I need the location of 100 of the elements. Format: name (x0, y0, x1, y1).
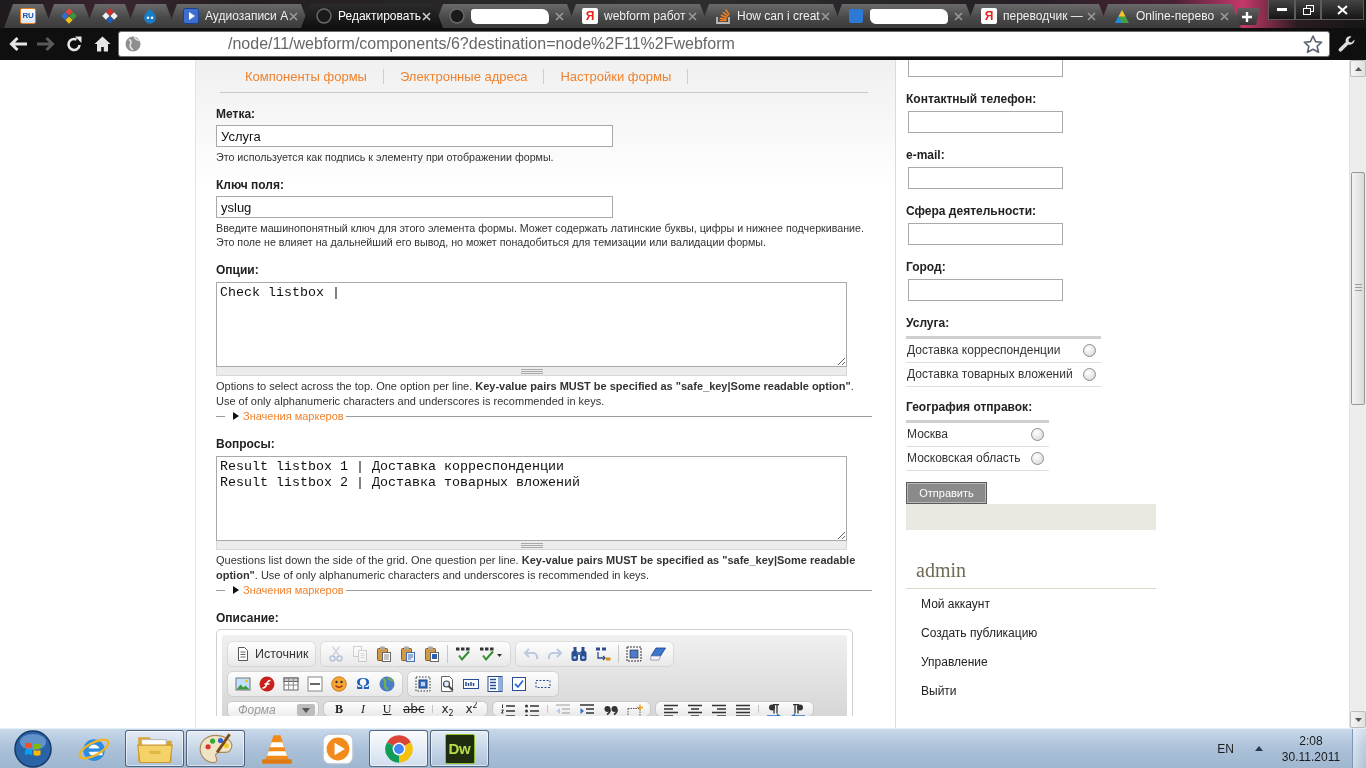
clipboard-document-icon (424, 646, 441, 662)
spellcheck-menu-icon (479, 646, 504, 662)
triangle-down-icon (1354, 717, 1362, 722)
smiley-icon (331, 676, 347, 692)
ring-icon (449, 8, 465, 24)
scrollbar-thumb[interactable] (1351, 172, 1365, 405)
strikethrough-button[interactable]: abc (399, 702, 429, 716)
menu-link[interactable]: Управление (921, 655, 988, 670)
eraser-icon (650, 646, 667, 662)
star-icon[interactable] (1303, 34, 1323, 54)
form-icon (415, 676, 431, 692)
bulleted-list-icon (523, 704, 540, 716)
text-field-icon (463, 676, 479, 692)
radio-button[interactable] (1082, 344, 1096, 357)
field-description: Questions list down the side of the grid. One question per line. Key-value pairs MUST be specified as "safe_key|Some readable option". Use of only alphanumeric characters and underscores is recommended in keys. (216, 553, 857, 583)
stack-icon (715, 8, 731, 24)
checkbox-icon (511, 676, 527, 692)
menu-link[interactable]: Создать публикацию (921, 626, 1038, 641)
menu-link[interactable]: Мой аккаунт (921, 597, 990, 612)
square-icon (848, 8, 864, 24)
site-logo: Я (981, 8, 997, 24)
field-label: Вопросы: (216, 437, 275, 452)
indent-icon (578, 704, 595, 716)
diamond-icon (61, 8, 77, 24)
text-input[interactable] (908, 167, 1063, 189)
taskbar-app-button[interactable] (186, 730, 245, 767)
browser-tab[interactable]: Редактировать (301, 4, 443, 28)
taskbar-app-button[interactable]: Dw (430, 730, 489, 767)
outdent-icon (554, 704, 571, 716)
div-container-icon (626, 704, 643, 716)
restore-button[interactable] (1295, 0, 1321, 20)
superscript-button[interactable]: x$^{2}$ (459, 702, 484, 716)
menu-link[interactable]: Выйти (921, 684, 957, 699)
special-character-button[interactable]: Ω (351, 672, 375, 696)
align-right-icon (710, 704, 727, 716)
minimize-icon (1276, 8, 1287, 11)
diamond-icon (102, 8, 118, 24)
app-logo: Dw (444, 733, 475, 764)
quote-icon (602, 704, 619, 716)
taskbar-app-button[interactable] (125, 730, 184, 767)
play-icon (183, 8, 199, 24)
globe-icon (379, 676, 395, 692)
spellcheck-icon (455, 646, 472, 662)
circle-logo-icon (382, 732, 415, 765)
clipboard-icon (376, 646, 393, 662)
resize-handle[interactable] (216, 541, 847, 550)
globe-icon (125, 36, 141, 52)
radio-label: Доставка товарных вложений (907, 367, 1073, 382)
water-drop-icon (143, 8, 157, 24)
site-logo: RU (20, 8, 36, 24)
language-indicator[interactable]: EN (1209, 740, 1242, 757)
text-input[interactable] (908, 279, 1063, 301)
binoculars-icon (571, 646, 588, 662)
textarea-field[interactable]: Result listbox 1 | Доставка корреспонденции Result listbox 2 | Доставка товарных вложений (216, 456, 847, 541)
clipboard-text-icon (400, 646, 417, 662)
radio-button[interactable] (1030, 452, 1044, 465)
italic-button[interactable]: I (351, 702, 375, 716)
triangle-right-icon[interactable] (233, 586, 239, 594)
text-input[interactable] (908, 60, 1063, 77)
scissors-icon (328, 646, 345, 662)
field-label: География отправок: (906, 400, 1033, 415)
text-input[interactable] (908, 111, 1063, 133)
close-button[interactable] (1321, 0, 1364, 20)
text-input[interactable]: Услуга (216, 125, 613, 147)
minimize-button[interactable] (1268, 0, 1295, 20)
radio-button[interactable] (1030, 428, 1044, 441)
folder-icon (136, 734, 173, 763)
textarea-field[interactable]: Check listbox | (216, 282, 847, 367)
copy-icon (352, 646, 369, 662)
redo-icon (547, 646, 564, 662)
taskbar-app-button[interactable] (369, 730, 428, 767)
document-icon (235, 646, 251, 662)
field-label: Услуга: (906, 316, 950, 331)
scroll-up-button[interactable] (1350, 60, 1366, 77)
close-icon[interactable] (422, 11, 431, 21)
table-icon (283, 676, 299, 692)
clock[interactable]: 2:08 30.11.2011 (1276, 732, 1346, 765)
subscript-button[interactable]: x$_{2}$ (435, 702, 460, 716)
plus-icon (1242, 11, 1252, 22)
address-bar[interactable]: /node/11/webform/components/6?destination=node%2F11%2Fwebform (118, 31, 1330, 57)
scroll-down-button[interactable] (1350, 711, 1366, 728)
field-label: Контактный телефон: (906, 92, 1037, 107)
close-icon (1337, 4, 1348, 15)
triangle-right-icon[interactable] (233, 412, 239, 420)
align-left-icon (662, 704, 679, 716)
field-description: Это используется как подпись к элементу при отображении формы. (216, 150, 554, 164)
underline-button[interactable]: U (375, 702, 399, 716)
resize-handle[interactable] (216, 367, 847, 376)
field-label: Сфера деятельности: (906, 204, 1037, 219)
home-icon (93, 36, 111, 52)
text-input[interactable]: yslug (216, 196, 613, 218)
triangle-up-icon (1354, 66, 1362, 71)
paragraph-left-icon (789, 704, 806, 716)
bold-button[interactable]: B (327, 702, 351, 716)
text-input[interactable] (908, 223, 1063, 245)
caret-down-icon (297, 704, 315, 716)
radio-button[interactable] (1082, 368, 1096, 381)
restore-icon (1302, 4, 1314, 15)
radio-label: Москва (907, 427, 948, 442)
source-button[interactable]: Источник (231, 642, 313, 666)
